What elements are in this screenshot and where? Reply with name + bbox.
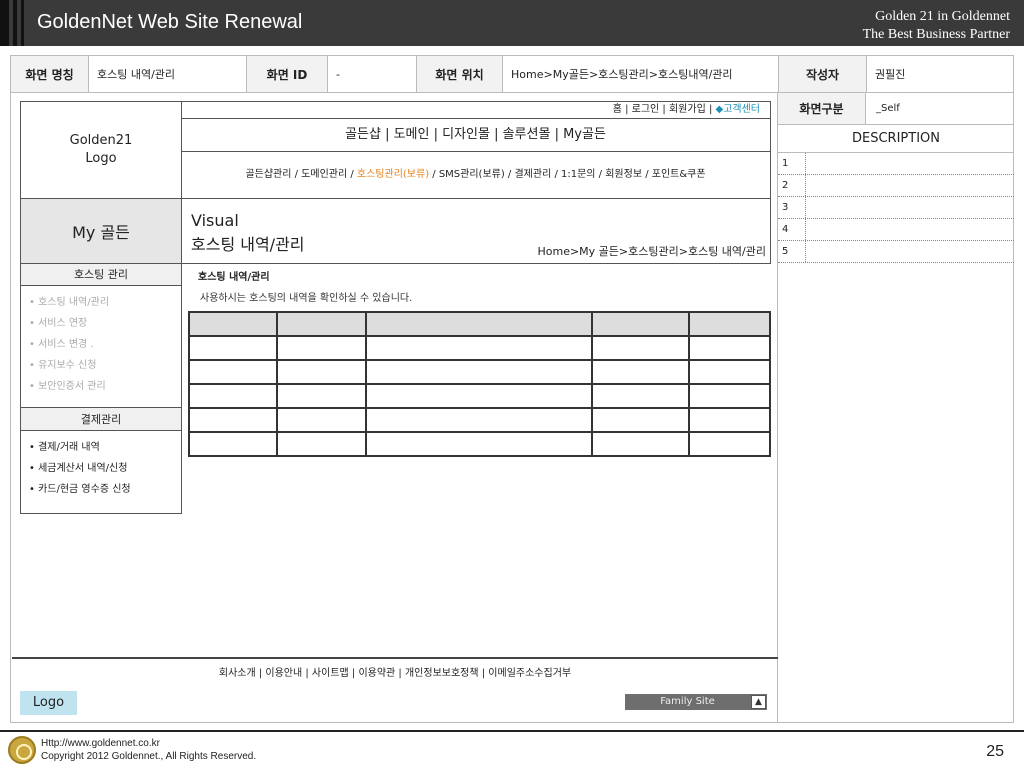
utility-links[interactable]: 홈 | 로그인 | 회원가입 | — [613, 104, 716, 115]
screen-info-row: 화면 명칭 호스팅 내역/관리 화면 ID - 화면 위치 Home>My골든>… — [10, 55, 1014, 93]
footer-divider — [12, 657, 778, 659]
table-header-row — [188, 311, 771, 337]
table-row[interactable] — [188, 407, 771, 433]
description-row-number: 1 — [778, 153, 806, 174]
side-menu-item[interactable]: • 서비스 변경 . — [29, 336, 181, 357]
local-nav: 골든샵관리 / 도메인관리 / 호스팅관리(보류) / SMS관리(보류) / … — [181, 151, 771, 199]
description-row: 2 — [778, 175, 1014, 197]
description-row: 5 — [778, 241, 1014, 263]
side-menu-item[interactable]: • 결제/거래 내역 — [29, 439, 181, 460]
utility-nav: 홈 | 로그인 | 회원가입 | ◆고객센터 — [181, 101, 771, 119]
table-row[interactable] — [188, 335, 771, 361]
side-menu-list: • 결제/거래 내역 • 세금계산서 내역/신청 • 카드/현금 영수증 신청 — [21, 431, 181, 510]
slide-subtitle: Golden 21 in Goldennet The Best Business… — [862, 9, 1010, 42]
table-row[interactable] — [188, 359, 771, 385]
screen-type-row: 화면구분 _Self — [778, 93, 1014, 125]
hosting-table — [188, 311, 771, 457]
side-menu-item[interactable]: • 카드/현금 영수증 신청 — [29, 481, 181, 502]
slide-title: GoldenNet Web Site Renewal — [37, 11, 303, 33]
description-row-number: 4 — [778, 219, 806, 240]
screen-name-value: 호스팅 내역/관리 — [89, 56, 247, 92]
description-row-number: 5 — [778, 241, 806, 262]
company-seal-icon — [8, 736, 36, 764]
table-row[interactable] — [188, 383, 771, 409]
side-menu-header: 결제관리 — [21, 407, 181, 431]
side-menu-header: 호스팅 관리 — [21, 264, 181, 286]
visual-area: Visual 호스팅 내역/관리 Home>My 골든>호스팅관리>호스팅 내역… — [181, 199, 771, 264]
description-title: DESCRIPTION — [778, 125, 1014, 153]
visual-page-title: 호스팅 내역/관리 — [191, 235, 305, 254]
side-menu-list: • 호스팅 내역/관리 • 서비스 연장 • 서비스 변경 . • 유지보수 신청 • … — [21, 286, 181, 407]
side-menu-item[interactable]: • 서비스 연장 — [29, 315, 181, 336]
side-menu-item[interactable]: • 유지보수 신청 — [29, 357, 181, 378]
page-number: 25 — [986, 743, 1004, 760]
screen-type-value: _Self — [876, 103, 900, 114]
screen-id-label: 화면 ID — [247, 56, 328, 92]
content-title: 호스팅 내역/관리 — [198, 272, 270, 283]
description-row: 3 — [778, 197, 1014, 219]
description-rows: 12345 — [778, 153, 1014, 263]
screen-position-label: 화면 위치 — [417, 56, 503, 92]
side-menu: 호스팅 관리 • 호스팅 내역/관리 • 서비스 연장 • 서비스 변경 . • 유지… — [20, 264, 182, 514]
local-nav-links[interactable]: 골든샵관리 / 도메인관리 / — [245, 169, 356, 180]
slide-footer-divider — [0, 730, 1024, 732]
header-stripe — [0, 0, 9, 46]
footer-copyright: Copyright 2012 Goldennet., All Rights Re… — [41, 751, 257, 762]
description-row-number: 3 — [778, 197, 806, 218]
footer-url: Http://www.goldennet.co.kr — [41, 738, 160, 749]
footer-links[interactable]: 회사소개 | 이용안내 | 사이트맵 | 이용약관 | 개인정보보호정책 | 이… — [12, 664, 778, 679]
family-site-label: Family Site — [660, 696, 715, 707]
footer-logo: Logo — [20, 691, 77, 715]
header-stripe — [13, 0, 17, 46]
local-nav-links[interactable]: / SMS관리(보류) / 결제관리 / 1:1문의 / 회원정보 / 포인트&… — [429, 169, 705, 180]
table-row[interactable] — [188, 431, 771, 457]
side-menu-item[interactable]: • 보안인증서 관리 — [29, 378, 181, 399]
description-row: 4 — [778, 219, 1014, 241]
side-menu-item[interactable]: • 호스팅 내역/관리 — [29, 294, 181, 315]
screen-type-label: 화면구분 — [778, 93, 866, 124]
description-row: 1 — [778, 153, 1014, 175]
wireframe: Golden21 Logo 홈 | 로그인 | 회원가입 | ◆고객센터 골든샵… — [20, 101, 771, 514]
slide-header: GoldenNet Web Site Renewal Golden 21 in … — [0, 0, 1024, 46]
screen-name-label: 화면 명칭 — [11, 56, 89, 92]
side-menu-item[interactable]: • 세금계산서 내역/신청 — [29, 460, 181, 481]
site-logo[interactable]: Golden21 Logo — [20, 101, 182, 199]
global-nav[interactable]: 골든샵 | 도메인 | 디자인몰 | 솔루션몰 | My골든 — [181, 118, 771, 152]
section-title: My 골든 — [20, 199, 182, 264]
breadcrumb: Home>My 골든>호스팅관리>호스팅 내역/관리 — [537, 245, 766, 258]
screen-id-value: - — [328, 56, 417, 92]
author-value: 권필진 — [875, 68, 906, 81]
family-site-select[interactable]: Family Site ▲ — [625, 694, 767, 710]
description-panel: 화면구분 _Self DESCRIPTION 12345 — [778, 93, 1014, 263]
screen-position-value: Home>My골든>호스팅관리>호스팅내역/관리 — [503, 56, 779, 92]
slide-footer-text: Http://www.goldennet.co.kr Copyright 201… — [41, 737, 256, 763]
header-stripe — [21, 0, 24, 46]
customer-center-link[interactable]: ◆고객센터 — [716, 104, 761, 115]
local-nav-active[interactable]: 호스팅관리(보류) — [357, 169, 429, 180]
visual-label: Visual — [191, 211, 239, 230]
description-row-number: 2 — [778, 175, 806, 196]
content-description: 사용하시는 호스팅의 내역을 확인하실 수 있습니다. — [200, 293, 413, 304]
author-label: 작성자 — [779, 56, 867, 92]
triangle-up-icon[interactable]: ▲ — [751, 695, 766, 709]
